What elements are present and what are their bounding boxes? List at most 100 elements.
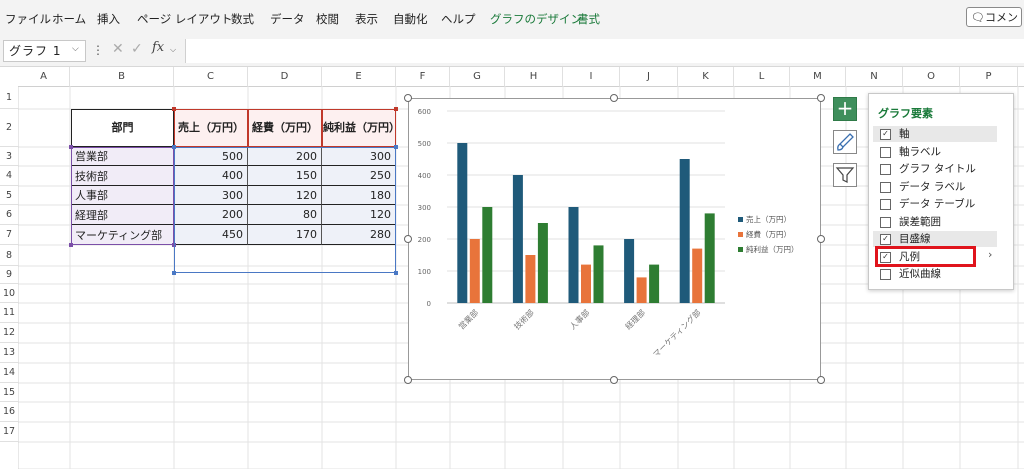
chart-element-option[interactable]: 軸ラベル — [873, 144, 997, 160]
chart-element-option[interactable]: 近似曲線 — [873, 266, 997, 282]
row-header[interactable]: 13 — [0, 343, 18, 363]
row-header[interactable]: 5 — [0, 186, 18, 205]
column-header[interactable]: C — [174, 67, 248, 86]
column-header[interactable]: I — [563, 67, 620, 86]
bar-2-0[interactable] — [568, 207, 579, 303]
bar-4-0[interactable] — [679, 159, 690, 303]
checkbox[interactable] — [880, 146, 891, 158]
column-header[interactable]: N — [846, 67, 903, 86]
row-header[interactable]: 8 — [0, 245, 18, 266]
checkbox[interactable] — [880, 164, 891, 175]
ribbon-tab[interactable]: ホーム — [52, 11, 86, 27]
row-header[interactable]: 17 — [0, 422, 18, 442]
column-header[interactable]: L — [734, 67, 790, 86]
bar-0-1[interactable] — [469, 239, 480, 303]
ribbon-tab[interactable]: 表示 — [355, 11, 378, 27]
bar-1-1[interactable] — [525, 255, 536, 303]
column-header[interactable]: B — [70, 67, 174, 86]
more-icon[interactable]: ⋮ — [92, 43, 104, 57]
column-header[interactable]: K — [678, 67, 734, 86]
chart-element-option[interactable]: データ テーブル — [873, 196, 997, 212]
checkbox[interactable]: ✓ — [880, 129, 891, 140]
range-handle[interactable] — [69, 145, 73, 149]
chart-resize-handle[interactable] — [610, 376, 618, 384]
bar-0-2[interactable] — [482, 207, 493, 303]
chart-filters-button[interactable] — [833, 163, 857, 187]
ribbon-tab[interactable]: グラフのデザイン — [490, 11, 582, 27]
enter-icon[interactable]: ✓ — [131, 41, 143, 57]
checkbox[interactable] — [880, 181, 891, 193]
range-handle[interactable] — [394, 107, 398, 111]
bar-0-0[interactable] — [457, 143, 468, 303]
column-header[interactable]: G — [450, 67, 505, 86]
formula-input[interactable] — [185, 39, 1024, 63]
column-header[interactable]: F — [396, 67, 450, 86]
chart-element-option[interactable]: ✓ 目盛線 — [873, 231, 997, 247]
checkbox[interactable] — [880, 269, 891, 280]
chevron-right-icon[interactable]: › — [988, 248, 992, 261]
range-handle[interactable] — [394, 271, 398, 275]
chart-element-option[interactable]: グラフ タイトル — [873, 161, 997, 177]
row-header[interactable]: 2 — [0, 109, 18, 147]
chart-element-option[interactable]: 誤差範囲 — [873, 214, 997, 230]
chart-element-option[interactable]: データ ラベル — [873, 179, 997, 195]
column-header[interactable]: D — [248, 67, 322, 86]
table-header-cell[interactable]: 部門 — [71, 109, 174, 147]
ribbon-tab[interactable]: 自動化 — [393, 11, 428, 27]
bar-2-2[interactable] — [593, 245, 604, 303]
bar-3-1[interactable] — [636, 277, 647, 303]
row-header[interactable]: 4 — [0, 166, 18, 186]
chart-resize-handle[interactable] — [404, 376, 412, 384]
column-header[interactable]: H — [505, 67, 563, 86]
row-header[interactable]: 3 — [0, 147, 18, 166]
legend-entry[interactable]: 売上（万円） — [746, 214, 791, 224]
row-header[interactable]: 15 — [0, 383, 18, 402]
row-header[interactable]: 6 — [0, 205, 18, 225]
ribbon-tab[interactable]: 校閲 — [316, 11, 339, 27]
chart-resize-handle[interactable] — [817, 235, 825, 243]
column-header[interactable]: J — [620, 67, 678, 86]
row-header[interactable]: 9 — [0, 266, 18, 284]
chart-resize-handle[interactable] — [404, 235, 412, 243]
bar-4-1[interactable] — [692, 248, 703, 303]
column-header[interactable]: P — [960, 67, 1018, 86]
ribbon-tab[interactable]: ファイル — [5, 11, 51, 27]
checkbox[interactable] — [880, 216, 891, 228]
chart[interactable]: 0 100 200 300 400 500 600 営業部 技術部 人事部 経理部 マーケティング部 売… — [408, 98, 821, 380]
chart-styles-button[interactable] — [833, 130, 857, 154]
chart-elements-button[interactable]: + — [833, 97, 857, 121]
bar-1-2[interactable] — [537, 223, 548, 303]
ribbon-tab[interactable]: ページ レイアウト — [137, 11, 232, 27]
bar-1-0[interactable] — [512, 175, 523, 303]
checkbox[interactable] — [880, 199, 891, 210]
bar-3-2[interactable] — [649, 264, 660, 303]
ribbon-tab[interactable]: データ — [270, 11, 305, 27]
ribbon-tab[interactable]: 挿入 — [97, 11, 120, 27]
legend-entry[interactable]: 純利益（万円） — [746, 244, 799, 254]
range-handle[interactable] — [172, 107, 176, 111]
ribbon-tab[interactable]: 数式 — [231, 11, 254, 27]
range-handle[interactable] — [394, 145, 398, 149]
checkbox[interactable]: ✓ — [880, 234, 891, 245]
row-header[interactable]: 11 — [0, 303, 18, 323]
row-header[interactable]: 10 — [0, 284, 18, 303]
chart-resize-handle[interactable] — [817, 376, 825, 384]
insert-function-button[interactable]: fx — [152, 40, 164, 55]
ribbon-tab[interactable]: 書式 — [577, 11, 600, 27]
chart-resize-handle[interactable] — [817, 94, 825, 102]
column-header[interactable]: A — [18, 67, 70, 86]
chevron-down-icon[interactable]: ⌵ — [72, 44, 79, 54]
bar-3-0[interactable] — [624, 239, 635, 303]
row-header[interactable]: 12 — [0, 323, 18, 343]
row-header[interactable]: 16 — [0, 402, 18, 422]
column-header[interactable]: O — [903, 67, 960, 86]
column-header[interactable]: M — [790, 67, 846, 86]
comment-button[interactable]: 🗨コメント — [966, 7, 1022, 27]
range-handle[interactable] — [69, 243, 73, 247]
range-handle[interactable] — [172, 271, 176, 275]
row-header[interactable]: 14 — [0, 363, 18, 383]
chart-element-option[interactable]: ✓ 軸 — [873, 126, 997, 142]
column-header[interactable]: E — [322, 67, 396, 86]
cancel-icon[interactable]: ✕ — [112, 41, 124, 57]
row-header[interactable]: 1 — [0, 86, 18, 109]
